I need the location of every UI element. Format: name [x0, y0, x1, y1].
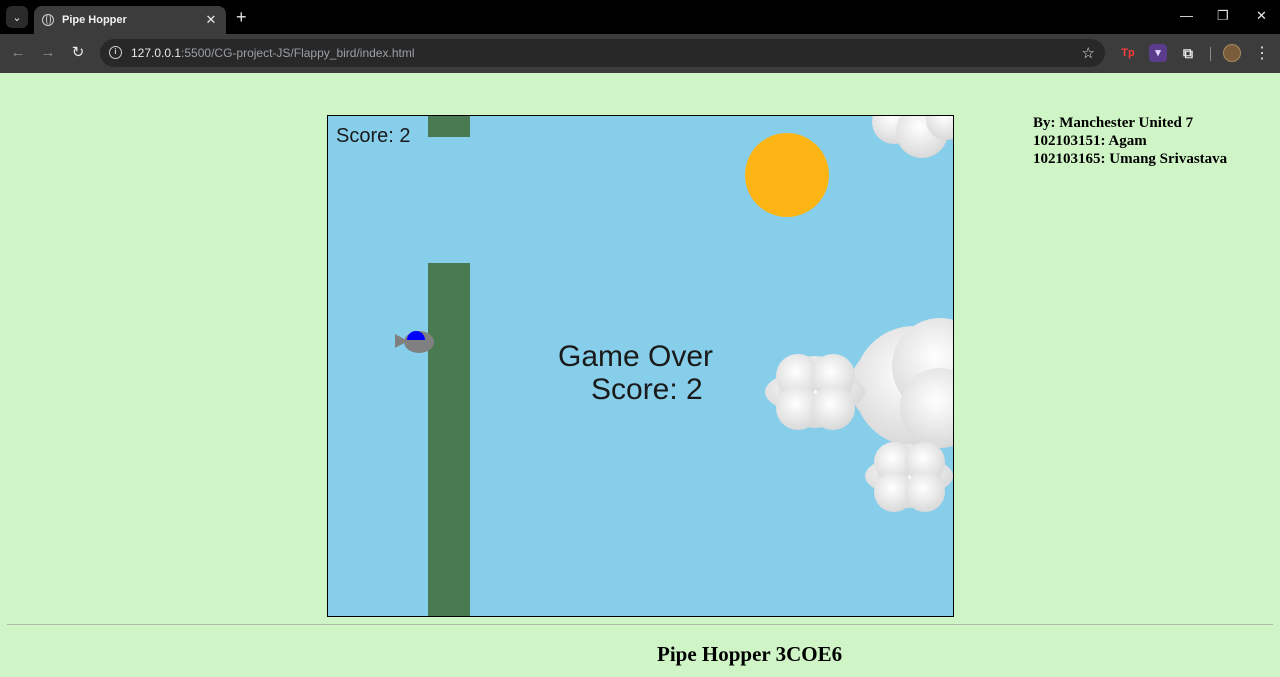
final-score-text: Score: 2: [591, 373, 703, 406]
credits-member-1: 102103151: Agam: [1033, 133, 1147, 149]
toolbar-divider: [1210, 47, 1211, 61]
game-scene: Score: 2 Game Over Score: 2: [336, 116, 953, 616]
credits-team: By: Manchester United 7: [1033, 115, 1194, 131]
game-canvas[interactable]: Score: 2 Game Over Score: 2: [327, 115, 954, 617]
sun: [745, 133, 829, 217]
browser-tab[interactable]: Pipe Hopper ✕: [34, 6, 226, 34]
window-close-icon[interactable]: ✕: [1256, 8, 1267, 24]
reload-button[interactable]: ↻: [68, 43, 88, 63]
extensions-puzzle-icon[interactable]: ⧉: [1179, 44, 1197, 62]
browser-menu-icon[interactable]: ⋮: [1254, 43, 1270, 63]
globe-icon: [42, 14, 54, 26]
footer-title: Pipe Hopper 3COE6: [657, 642, 843, 666]
tab-title: Pipe Hopper: [62, 14, 127, 26]
close-tab-icon[interactable]: ✕: [204, 12, 218, 28]
pipe-bottom: [428, 263, 470, 616]
url-host: 127.0.0.1: [131, 46, 182, 60]
address-bar[interactable]: i 127.0.0.1:5500/CG-project-JS/Flappy_bi…: [100, 39, 1105, 67]
cloud: [865, 442, 953, 512]
bird: [395, 331, 434, 353]
minimize-icon[interactable]: —: [1180, 8, 1193, 23]
profile-avatar[interactable]: [1223, 44, 1241, 62]
browser-toolbar: ← → ↻ i 127.0.0.1:5500/CG-project-JS/Fla…: [0, 34, 1280, 73]
divider: [7, 624, 1273, 625]
new-tab-button[interactable]: +: [236, 8, 247, 26]
extension-tp-icon[interactable]: Tp: [1119, 44, 1137, 62]
pipe-top: [428, 116, 470, 137]
credits: By: Manchester United 7 102103151: Agam …: [1033, 114, 1227, 168]
cloud: [765, 354, 865, 430]
chevron-down-icon: ⌄: [12, 11, 22, 24]
score-label: Score: 2: [336, 125, 410, 147]
site-info-icon[interactable]: i: [109, 46, 122, 59]
url-text: 127.0.0.1:5500/CG-project-JS/Flappy_bird…: [131, 46, 414, 60]
cloud: [872, 116, 953, 158]
game-over-text: Game Over: [558, 340, 713, 373]
bookmark-star-icon[interactable]: ☆: [1082, 44, 1095, 62]
tab-search-button[interactable]: ⌄: [6, 6, 28, 28]
browser-tabstrip: ⌄ Pipe Hopper ✕ + — ❐ ✕: [0, 0, 1280, 34]
restore-icon[interactable]: ❐: [1217, 8, 1229, 24]
extension-purple-icon[interactable]: ▾: [1149, 44, 1167, 62]
back-button[interactable]: ←: [8, 43, 28, 63]
cloud: [850, 318, 953, 448]
forward-button[interactable]: →: [38, 43, 58, 63]
url-path: :5500/CG-project-JS/Flappy_bird/index.ht…: [181, 46, 415, 60]
credits-member-2: 102103165: Umang Srivastava: [1033, 151, 1228, 167]
